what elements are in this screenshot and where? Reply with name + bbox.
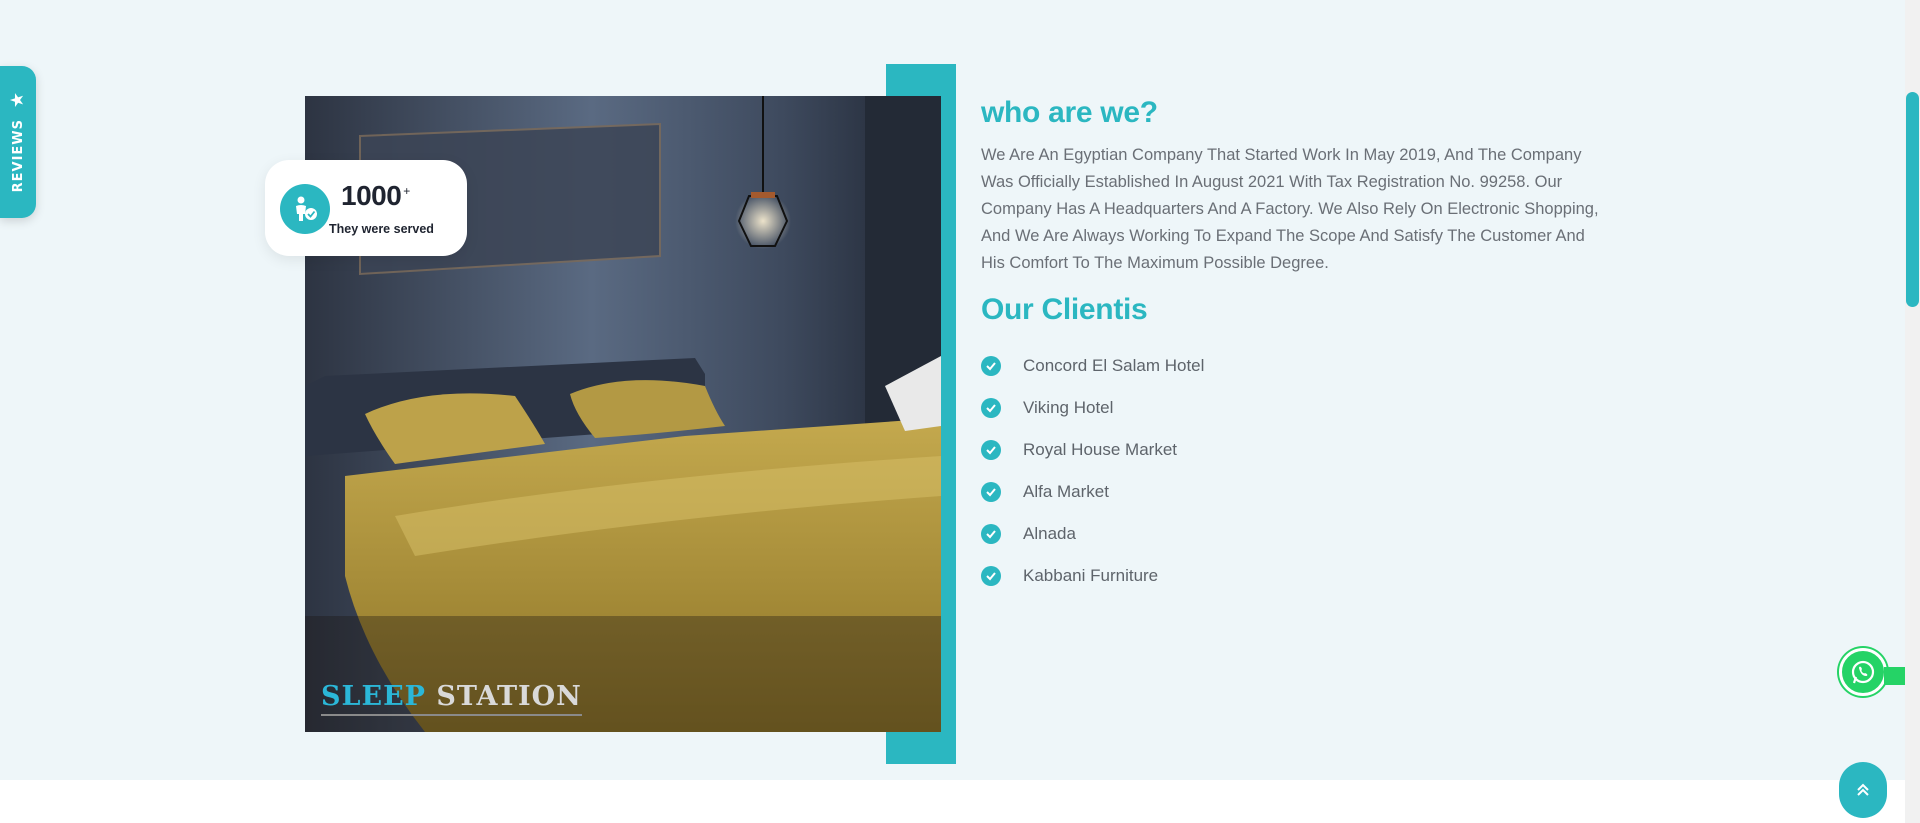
chevron-double-up-icon (1857, 783, 1869, 796)
check-circle-icon (981, 566, 1001, 586)
reviews-tab-label: REVIEWS (10, 119, 26, 193)
about-heading: who are we? (981, 96, 1158, 129)
served-count: 1000 + (341, 180, 410, 211)
client-name: Alfa Market (1023, 482, 1109, 501)
star-icon: ★ (6, 92, 28, 109)
check-circle-icon (981, 440, 1001, 460)
person-check-icon (280, 184, 330, 234)
client-name: Viking Hotel (1023, 398, 1114, 417)
check-circle-icon (981, 524, 1001, 544)
about-paragraph: We Are An Egyptian Company That Started … (981, 146, 1599, 272)
list-item: Concord El Salam Hotel (981, 345, 1601, 387)
clients-list: Concord El Salam Hotel Viking Hotel Roya… (981, 345, 1601, 597)
scrollbar-thumb[interactable] (1906, 92, 1919, 307)
client-name: Royal House Market (1023, 440, 1178, 459)
list-item: Alnada (981, 513, 1601, 555)
served-caption: They were served (329, 222, 434, 236)
check-circle-icon (981, 398, 1001, 418)
whatsapp-tab[interactable] (1884, 667, 1905, 685)
scroll-to-top-button[interactable] (1839, 762, 1887, 818)
reviews-tab[interactable]: ★ REVIEWS (0, 66, 36, 218)
about-content: who are we? We Are An Egyptian Company T… (981, 96, 1601, 597)
list-item: Kabbani Furniture (981, 555, 1601, 597)
whatsapp-icon (1851, 660, 1875, 684)
list-item: Royal House Market (981, 429, 1601, 471)
check-circle-icon (981, 482, 1001, 502)
list-item: Viking Hotel (981, 387, 1601, 429)
scrollbar[interactable] (1905, 0, 1920, 823)
check-circle-icon (981, 356, 1001, 376)
served-stat-card: 1000 + They were served (265, 160, 467, 256)
client-name: Kabbani Furniture (1023, 566, 1159, 585)
sleep-station-logo: SLEEP STATION (321, 681, 582, 716)
client-name: Alnada (1023, 524, 1076, 543)
clients-heading: Our Clientis (981, 293, 1148, 326)
list-item: Alfa Market (981, 471, 1601, 513)
client-name: Concord El Salam Hotel (1023, 356, 1205, 375)
whatsapp-button[interactable] (1839, 648, 1887, 696)
